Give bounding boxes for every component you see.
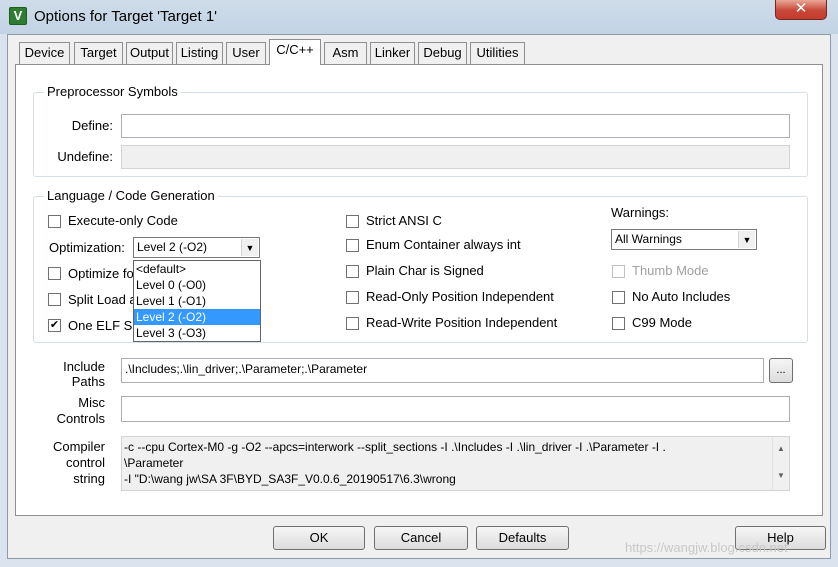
tab-c-cpp[interactable]: C/C++: [269, 39, 321, 65]
thumb-mode-label: Thumb Mode: [632, 263, 709, 278]
chevron-down-icon[interactable]: ▼: [241, 239, 258, 256]
compiler-string-line: -I "D:\wang jw\SA 3F\BYD_SA3F_V0.0.6_201…: [124, 472, 456, 486]
enum-container-checkbox[interactable]: [346, 239, 359, 252]
strict-ansi-label: Strict ANSI C: [366, 213, 442, 228]
optimization-option[interactable]: Level 0 (-O0): [134, 277, 260, 293]
close-button[interactable]: ✕: [775, 0, 827, 20]
optimize-for-time-checkbox[interactable]: [48, 267, 61, 280]
compiler-control-label-3: string: [73, 471, 105, 486]
optimization-option-selected[interactable]: Level 2 (-O2): [134, 309, 260, 325]
watermark: https://wangjw.blog.csdn.net: [625, 540, 788, 555]
optimize-for-time-label: Optimize fo: [68, 266, 134, 281]
title-bar[interactable]: V Options for Target 'Target 1' ✕: [0, 0, 838, 34]
ropi-checkbox[interactable]: [346, 291, 359, 304]
compiler-string-line: \Parameter: [124, 456, 184, 470]
warnings-label: Warnings:: [611, 205, 670, 220]
compiler-control-string[interactable]: -c --cpu Cortex-M0 -g -O2 --apcs=interwo…: [121, 436, 790, 491]
split-load-store-checkbox[interactable]: [48, 293, 61, 306]
chevron-down-icon[interactable]: ▼: [738, 231, 755, 248]
execute-only-checkbox[interactable]: [48, 215, 61, 228]
plain-char-label: Plain Char is Signed: [366, 263, 484, 278]
no-auto-includes-checkbox[interactable]: [612, 291, 625, 304]
scroll-down-icon[interactable]: ▼: [773, 468, 789, 484]
scroll-up-icon[interactable]: ▲: [773, 441, 789, 457]
defaults-button[interactable]: Defaults: [476, 526, 569, 550]
undefine-input: [121, 145, 790, 169]
tab-device[interactable]: Device: [19, 42, 70, 64]
close-icon: ✕: [794, 0, 808, 17]
misc-controls-label-1: Misc: [78, 395, 105, 410]
one-elf-section-label: One ELF S: [68, 318, 133, 333]
no-auto-includes-label: No Auto Includes: [632, 289, 731, 304]
misc-controls-label-2: Controls: [56, 411, 105, 426]
language-group-title: Language / Code Generation: [44, 189, 218, 203]
optimization-label: Optimization:: [49, 240, 125, 255]
c99-mode-checkbox[interactable]: [612, 317, 625, 330]
define-label: Define:: [71, 118, 113, 133]
optimization-option[interactable]: Level 1 (-O1): [134, 293, 260, 309]
optimization-selected-value: Level 2 (-O2): [137, 240, 208, 254]
cancel-button[interactable]: Cancel: [374, 526, 468, 550]
ropi-label: Read-Only Position Independent: [366, 289, 554, 304]
optimization-dropdown-list[interactable]: <default> Level 0 (-O0) Level 1 (-O1) Le…: [133, 260, 261, 342]
undefine-label: Undefine:: [57, 149, 113, 164]
ok-button[interactable]: OK: [273, 526, 365, 550]
split-load-store-label: Split Load a: [68, 292, 137, 307]
compiler-control-label-1: Compiler: [52, 439, 105, 454]
keil-app-icon: V: [9, 7, 27, 25]
preprocessor-group-title: Preprocessor Symbols: [44, 85, 181, 99]
thumb-mode-checkbox: [612, 265, 625, 278]
optimization-option[interactable]: Level 3 (-O3): [134, 325, 260, 341]
tab-listing[interactable]: Listing: [176, 42, 223, 64]
define-input[interactable]: [121, 114, 790, 138]
one-elf-section-checkbox[interactable]: ✔: [48, 319, 61, 332]
compiler-control-label-2: control: [65, 455, 105, 470]
rwpi-label: Read-Write Position Independent: [366, 315, 558, 330]
warnings-selected-value: All Warnings: [615, 232, 682, 246]
plain-char-checkbox[interactable]: [346, 265, 359, 278]
browse-include-paths-button[interactable]: ...: [769, 358, 793, 383]
tab-utilities[interactable]: Utilities: [470, 42, 525, 64]
compiler-string-line: -c --cpu Cortex-M0 -g -O2 --apcs=interwo…: [124, 440, 666, 454]
optimization-select[interactable]: Level 2 (-O2) ▼: [133, 237, 260, 258]
compiler-string-scrollbar[interactable]: ▲ ▼: [772, 437, 789, 490]
include-paths-label-1: Include: [63, 359, 105, 374]
window-title: Options for Target 'Target 1': [34, 8, 218, 25]
tab-linker[interactable]: Linker: [370, 42, 415, 64]
c99-mode-label: C99 Mode: [632, 315, 692, 330]
execute-only-label: Execute-only Code: [68, 213, 178, 228]
misc-controls-input[interactable]: [121, 396, 790, 422]
warnings-select[interactable]: All Warnings ▼: [611, 229, 757, 250]
strict-ansi-checkbox[interactable]: [346, 215, 359, 228]
enum-container-label: Enum Container always int: [366, 237, 521, 252]
tab-debug[interactable]: Debug: [418, 42, 467, 64]
tab-output[interactable]: Output: [126, 42, 173, 64]
checkmark-icon: ✔: [49, 319, 60, 331]
include-paths-label-2: Paths: [71, 374, 105, 389]
optimization-option[interactable]: <default>: [134, 261, 260, 277]
include-paths-input[interactable]: .\Includes;.\lin_driver;.\Parameter;.\Pa…: [121, 358, 764, 383]
rwpi-checkbox[interactable]: [346, 317, 359, 330]
tab-user[interactable]: User: [226, 42, 266, 64]
tab-target[interactable]: Target: [74, 42, 123, 64]
tab-asm[interactable]: Asm: [324, 42, 367, 64]
